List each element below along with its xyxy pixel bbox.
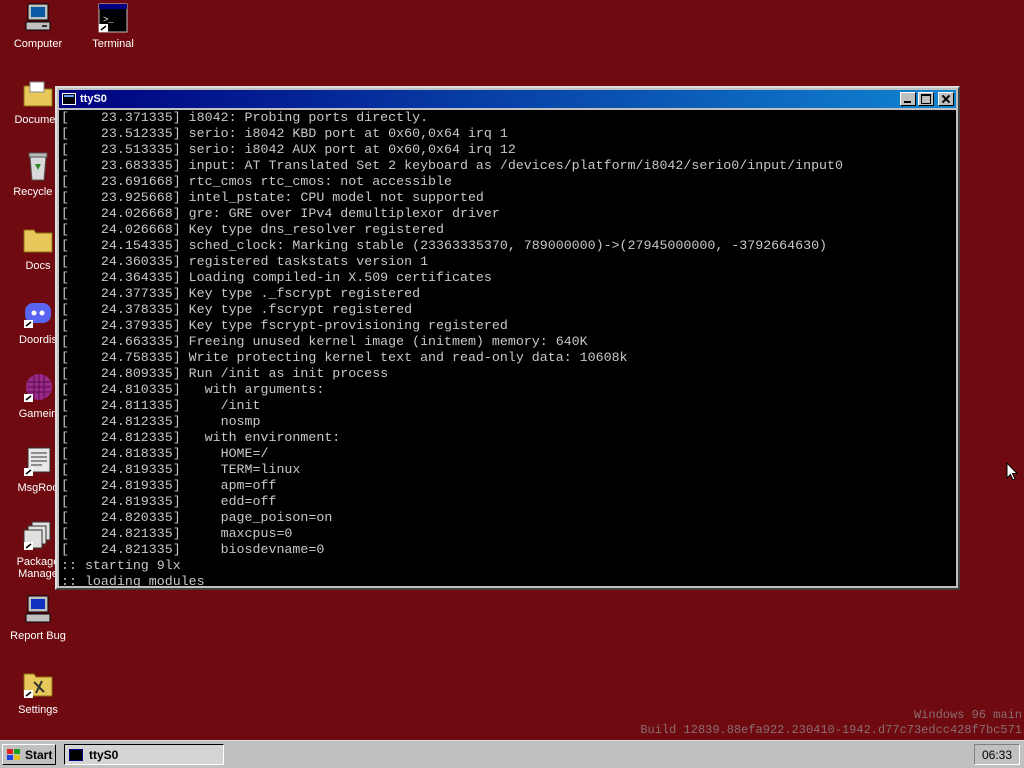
windows-logo-icon	[7, 748, 21, 761]
terminal-line: [ 24.820335] page_poison=on	[61, 510, 333, 525]
terminal-line: [ 24.819335] apm=off	[61, 478, 277, 493]
taskbar-item-ttys0[interactable]: ttyS0	[64, 744, 224, 765]
svg-text:>_: >_	[103, 15, 114, 25]
msgroom-icon	[22, 446, 54, 478]
minimize-button[interactable]	[900, 92, 916, 106]
terminal-line: [ 24.821335] maxcpus=0	[61, 526, 293, 541]
desktop-icon-report-bug[interactable]: Report Bug	[0, 594, 76, 642]
watermark-line-1: Windows 96 main	[913, 708, 1022, 722]
desktop-icon-settings[interactable]: Settings	[0, 668, 76, 716]
terminal-line: [ 24.818335] HOME=/	[61, 446, 269, 461]
terminal-line: [ 24.379335] Key type fscrypt-provisioni…	[61, 318, 508, 333]
taskbar: Start ttyS0 06:33	[0, 740, 1024, 768]
terminal-icon	[62, 93, 76, 105]
folder-icon	[22, 224, 54, 256]
watermark-line-2: Build 12839.88efa922.230410-1942.d77c73e…	[640, 723, 1022, 737]
game-icon	[22, 372, 54, 404]
terminal-output[interactable]: [ 23.371335] i8042: Probing ports direct…	[59, 110, 956, 586]
desktop-icon-label: Terminal	[92, 38, 134, 50]
settings-icon	[22, 668, 54, 700]
close-button[interactable]	[938, 92, 954, 106]
desktop-icon-label: Settings	[18, 704, 58, 716]
terminal-line: [ 23.371335] i8042: Probing ports direct…	[61, 110, 429, 125]
taskbar-clock: 06:33	[974, 744, 1020, 765]
terminal-line: :: starting 9lx	[61, 558, 181, 573]
start-button[interactable]: Start	[2, 744, 56, 765]
desktop-icon-label: Report Bug	[10, 630, 66, 642]
terminal-line: [ 24.026668] gre: GRE over IPv4 demultip…	[61, 206, 500, 221]
terminal-line: [ 23.512335] serio: i8042 KBD port at 0x…	[61, 126, 508, 141]
desktop-icon-terminal[interactable]: >_ Terminal	[75, 2, 151, 50]
terminal-window[interactable]: ttyS0 [ 23.371335] i8042: Probing ports …	[55, 86, 960, 590]
terminal-text: [ 23.371335] i8042: Probing ports direct…	[59, 110, 956, 586]
desktop-icon-computer[interactable]: Computer	[0, 2, 76, 50]
package-manager-icon	[22, 520, 54, 552]
terminal-line: [ 24.811335] /init	[61, 398, 261, 413]
discord-icon	[22, 298, 54, 330]
terminal-line: [ 24.812335] nosmp	[61, 414, 261, 429]
terminal-line: [ 24.377335] Key type ._fscrypt register…	[61, 286, 421, 301]
terminal-line: [ 24.154335] sched_clock: Marking stable…	[61, 238, 828, 253]
terminal-line: [ 24.663335] Freeing unused kernel image…	[61, 334, 588, 349]
terminal-line: [ 24.360335] registered taskstats versio…	[61, 254, 429, 269]
terminal-line: [ 23.513335] serio: i8042 AUX port at 0x…	[61, 142, 516, 157]
recycle-bin-icon	[22, 150, 54, 182]
terminal-icon: >_	[97, 2, 129, 34]
terminal-line: [ 24.819335] TERM=linux	[61, 462, 301, 477]
report-bug-icon	[22, 594, 54, 626]
terminal-icon	[69, 748, 83, 761]
terminal-line: [ 24.758335] Write protecting kernel tex…	[61, 350, 628, 365]
terminal-line: [ 24.812335] with environment:	[61, 430, 341, 445]
terminal-line: [ 23.925668] intel_pstate: CPU model not…	[61, 190, 484, 205]
taskbar-item-label: ttyS0	[89, 747, 119, 762]
terminal-line: :: loading modules	[61, 574, 205, 586]
terminal-line: [ 24.364335] Loading compiled-in X.509 c…	[61, 270, 492, 285]
desktop-icon-label: Computer	[13, 38, 63, 50]
terminal-line: [ 23.683335] input: AT Translated Set 2 …	[61, 158, 843, 173]
mouse-cursor-icon	[1006, 462, 1018, 481]
terminal-line: [ 24.026668] Key type dns_resolver regis…	[61, 222, 445, 237]
terminal-line: [ 24.810335] with arguments:	[61, 382, 325, 397]
terminal-line: [ 24.819335] edd=off	[61, 494, 277, 509]
window-titlebar[interactable]: ttyS0	[59, 90, 956, 108]
terminal-line: [ 24.821335] biosdevname=0	[61, 542, 325, 557]
terminal-line: [ 24.378335] Key type .fscrypt registere…	[61, 302, 413, 317]
terminal-line: [ 23.691668] rtc_cmos rtc_cmos: not acce…	[61, 174, 452, 189]
terminal-line: [ 24.809335] Run /init as init process	[61, 366, 389, 381]
folder-icon	[22, 78, 54, 110]
maximize-button[interactable]	[918, 92, 934, 106]
computer-icon	[22, 2, 54, 34]
window-title: ttyS0	[80, 93, 107, 105]
start-label: Start	[25, 747, 53, 762]
